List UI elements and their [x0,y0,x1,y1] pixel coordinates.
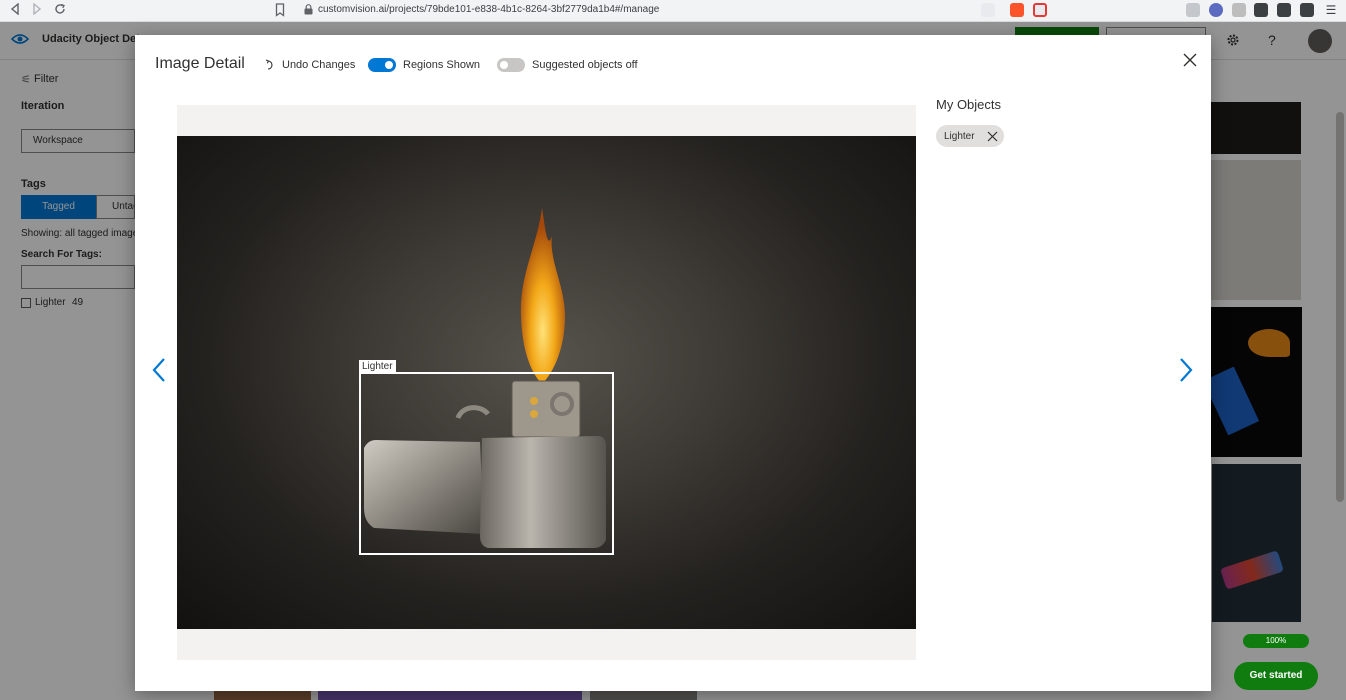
dialog-title: Image Detail [155,55,245,72]
object-chip-label: Lighter [944,130,975,142]
regions-shown-toggle[interactable] [368,58,396,72]
bookmark-icon[interactable] [275,3,285,17]
puzzle-icon[interactable] [1254,3,1268,17]
object-chip[interactable]: Lighter [936,125,1004,147]
forward-icon[interactable] [28,2,46,20]
reload-icon[interactable] [51,2,69,20]
image-canvas: Lighter [177,105,916,660]
lock-icon [304,4,313,15]
next-image-arrow-icon[interactable] [1177,357,1195,383]
sidebar-toggle-icon[interactable] [1277,3,1291,17]
regions-shown-label: Regions Shown [403,59,481,71]
previous-image-arrow-icon[interactable] [150,357,168,383]
extension-icon[interactable] [1186,3,1200,17]
close-icon[interactable] [1183,53,1197,67]
back-icon[interactable] [6,2,24,20]
progress-badge: 100% [1243,634,1309,648]
flame-image [520,208,565,384]
suggested-objects-toggle[interactable] [497,58,525,72]
address-bar[interactable]: customvision.ai/projects/79bde101-e838-4… [318,4,659,15]
bounding-box-region[interactable] [359,372,614,555]
menu-icon[interactable]: ☰ [1324,3,1338,17]
get-started-button[interactable]: Get started [1234,662,1318,690]
wallet-icon[interactable] [1300,3,1314,17]
undo-changes-button[interactable]: Undo Changes [265,59,355,71]
profile-ext-icon[interactable] [1209,3,1223,17]
my-objects-title: My Objects [936,97,1002,112]
image-detail-dialog: Image Detail Undo Changes Regions Shown … [135,35,1211,691]
undo-label: Undo Changes [282,59,356,71]
undo-icon [265,59,273,70]
lighter-photo[interactable]: Lighter [177,136,916,629]
remove-tag-icon[interactable] [987,131,998,142]
browser-toolbar: customvision.ai/projects/79bde101-e838-4… [0,0,1346,22]
suggested-objects-label: Suggested objects off [532,59,638,71]
region-label: Lighter [359,360,396,373]
rewards-icon[interactable] [1033,3,1047,17]
brave-shield-icon[interactable] [1010,3,1024,17]
extension-icon-2[interactable] [1232,3,1246,17]
share-icon[interactable] [981,3,995,17]
